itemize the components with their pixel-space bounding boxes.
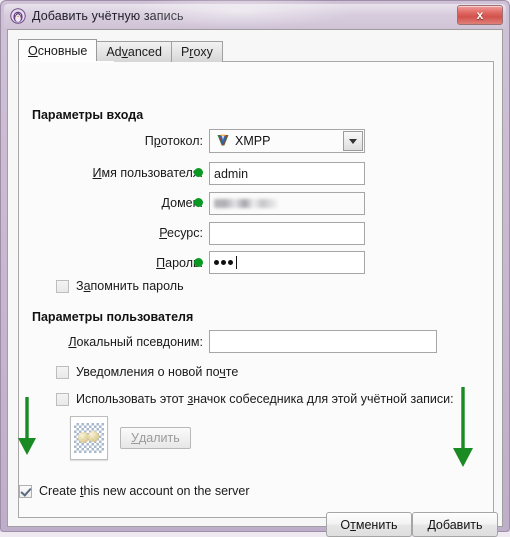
tab-panel-seam <box>19 61 114 63</box>
domain-label: Домен: <box>161 196 203 210</box>
password-masked-value <box>214 260 233 265</box>
penguin-app-icon <box>10 8 26 24</box>
avatar[interactable] <box>70 416 108 460</box>
mail-notification-label: Уведомления о новой почте <box>76 365 239 379</box>
domain-required-indicator <box>194 198 203 207</box>
checkbox-box <box>56 365 69 379</box>
username-required-indicator <box>194 168 203 177</box>
dialog-client-area: Основные Ad v anced Pr oxy Параметры входа … <box>7 29 503 537</box>
title-bar: Добавить учётную запись x <box>4 0 506 28</box>
mail-notification-checkbox[interactable]: Уведомления о новой почте <box>56 365 238 379</box>
tab-strip: Основные Ad v anced Pr oxy <box>18 39 223 62</box>
domain-value-redacted <box>214 199 278 208</box>
password-input[interactable] <box>209 251 365 274</box>
password-required-indicator <box>194 258 203 267</box>
use-contact-avatar-label: Использовать этот значок собеседника для… <box>76 392 454 406</box>
tab-proxy[interactable]: Pr oxy <box>170 41 223 62</box>
username-value: admin <box>214 166 249 181</box>
checkbox-box <box>56 392 69 406</box>
close-button[interactable]: x <box>457 5 503 25</box>
resource-input[interactable] <box>209 222 365 245</box>
avatar-thumbnail <box>74 423 104 453</box>
protocol-combobox[interactable]: XMPP <box>209 129 365 153</box>
tab-general[interactable]: Основные <box>18 39 98 62</box>
cancel-button[interactable]: От менить <box>326 512 412 537</box>
delete-avatar-button[interactable]: Удалить <box>120 427 191 449</box>
add-button[interactable]: Добавить <box>412 512 498 537</box>
username-label: Имя пользователя: <box>92 166 203 180</box>
use-contact-avatar-checkbox[interactable]: Использовать этот значок собеседника для… <box>56 392 454 406</box>
password-label: Пароль: <box>156 256 203 270</box>
domain-input[interactable] <box>209 192 365 215</box>
chevron-down-icon <box>349 138 357 144</box>
protocol-value: XMPP <box>235 134 271 148</box>
nickname-label: Локальный псевдоним: <box>68 335 203 349</box>
login-parameters-heading: Параметры входа <box>32 108 144 122</box>
xmpp-logo-icon <box>216 133 230 150</box>
user-parameters-heading: Параметры пользователя <box>32 310 194 324</box>
create-account-checkbox[interactable]: Create this new account on the server <box>19 484 250 498</box>
window-title: Добавить учётную запись <box>32 9 184 23</box>
protocol-dropdown-button[interactable] <box>343 131 363 151</box>
protocol-value-wrap: XMPP <box>210 133 270 150</box>
create-account-label: Create this new account on the server <box>39 484 250 498</box>
close-icon: x <box>476 8 484 22</box>
checkbox-box <box>56 279 69 293</box>
checkbox-box <box>19 484 32 498</box>
text-caret <box>236 256 237 269</box>
tab-advanced[interactable]: Ad v anced <box>96 41 172 62</box>
dialog-window: Добавить учётную запись x Основные Ad v an… <box>0 0 510 537</box>
resource-label: Ресурс: <box>159 226 203 240</box>
protocol-label: Протокол: <box>144 134 203 148</box>
remember-password-label: Запомнить пароль <box>76 279 184 293</box>
remember-password-checkbox[interactable]: Запомнить пароль <box>56 279 184 293</box>
username-input[interactable]: admin <box>209 162 365 185</box>
nickname-input[interactable] <box>209 330 437 353</box>
